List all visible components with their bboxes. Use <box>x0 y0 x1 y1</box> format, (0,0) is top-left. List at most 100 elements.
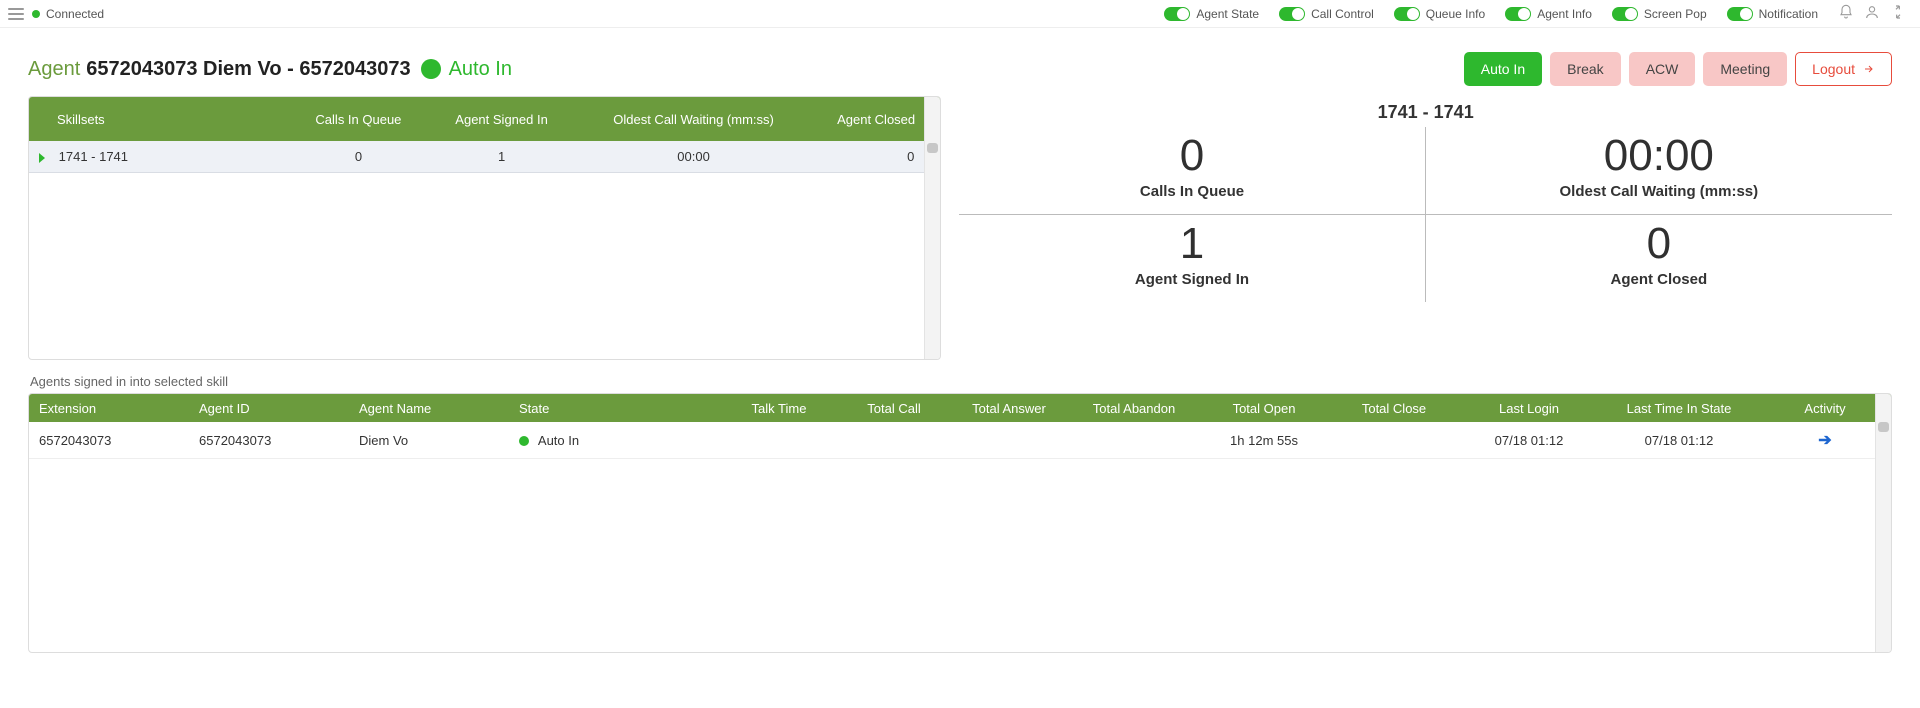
metric-calls-in-queue: 0 Calls In Queue <box>959 127 1425 215</box>
toggle-screen-pop[interactable]: Screen Pop <box>1612 7 1707 21</box>
metric-value: 00:00 <box>1426 133 1892 179</box>
logout-button[interactable]: Logout <box>1795 52 1892 86</box>
skillset-table: Skillsets Calls In Queue Agent Signed In… <box>28 96 941 360</box>
switch-icon[interactable] <box>1279 7 1305 21</box>
switch-icon[interactable] <box>1164 7 1190 21</box>
switch-icon[interactable] <box>1612 7 1638 21</box>
state-dot-icon <box>519 436 529 446</box>
col-talk-time[interactable]: Talk Time <box>719 394 839 422</box>
col-agent-signed-in[interactable]: Agent Signed In <box>428 97 575 141</box>
logout-label: Logout <box>1812 61 1855 77</box>
col-activity[interactable]: Activity <box>1759 394 1891 422</box>
metric-label: Agent Signed In <box>959 271 1424 288</box>
col-total-open[interactable]: Total Open <box>1199 394 1329 422</box>
switch-icon[interactable] <box>1505 7 1531 21</box>
agents-table: Extension Agent ID Agent Name State Talk… <box>28 393 1892 653</box>
auto-in-button[interactable]: Auto In <box>1464 52 1542 86</box>
cell-total-abandon <box>1069 422 1199 459</box>
state-text: Auto In <box>538 433 579 448</box>
metric-label: Agent Closed <box>1426 271 1892 288</box>
skill-oldest-call: 00:00 <box>575 141 812 173</box>
metric-oldest-call: 00:00 Oldest Call Waiting (mm:ss) <box>1426 127 1892 215</box>
toggle-label: Screen Pop <box>1644 7 1707 21</box>
menu-icon[interactable] <box>8 8 24 20</box>
skill-agent-closed: 0 <box>812 141 941 173</box>
toggle-label: Agent State <box>1196 7 1259 21</box>
col-total-answer[interactable]: Total Answer <box>949 394 1069 422</box>
agents-scrollbar[interactable] <box>1875 394 1891 652</box>
col-oldest-call[interactable]: Oldest Call Waiting (mm:ss) <box>575 97 812 141</box>
acw-button[interactable]: ACW <box>1629 52 1696 86</box>
agent-header: Agent 6572043073 Diem Vo - 6572043073 Au… <box>28 38 1892 96</box>
toggle-label: Notification <box>1759 7 1818 21</box>
switch-icon[interactable] <box>1394 7 1420 21</box>
agents-header-row: Extension Agent ID Agent Name State Talk… <box>29 394 1891 422</box>
col-total-call[interactable]: Total Call <box>839 394 949 422</box>
col-calls-in-queue[interactable]: Calls In Queue <box>289 97 428 141</box>
col-agent-id[interactable]: Agent ID <box>189 394 349 422</box>
collapse-icon[interactable] <box>1890 4 1906 23</box>
cell-last-state: 07/18 01:12 <box>1599 422 1759 459</box>
skill-row[interactable]: 1741 - 1741 0 1 00:00 0 <box>29 141 940 173</box>
toggle-call-control[interactable]: Call Control <box>1279 7 1374 21</box>
cell-state: Auto In <box>509 422 719 459</box>
activity-arrow-icon[interactable]: ➔ <box>1818 430 1831 450</box>
toggle-label: Call Control <box>1311 7 1374 21</box>
cell-total-call <box>839 422 949 459</box>
cell-agent-name: Diem Vo <box>349 422 509 459</box>
cell-last-login: 07/18 01:12 <box>1459 422 1599 459</box>
metric-label: Oldest Call Waiting (mm:ss) <box>1426 183 1892 200</box>
agent-name: 6572043073 Diem Vo - 6572043073 <box>86 58 410 81</box>
cell-total-open: 1h 12m 55s <box>1199 422 1329 459</box>
bell-icon[interactable] <box>1838 4 1854 23</box>
metrics-title: 1741 - 1741 <box>959 96 1892 127</box>
agent-label: Agent <box>28 58 80 81</box>
agent-status-dot <box>421 59 441 79</box>
skill-scrollbar[interactable] <box>924 97 940 359</box>
skill-calls-in-queue: 0 <box>289 141 428 173</box>
toggle-notification[interactable]: Notification <box>1727 7 1818 21</box>
meeting-button[interactable]: Meeting <box>1703 52 1787 86</box>
cell-total-answer <box>949 422 1069 459</box>
metric-agent-signed-in: 1 Agent Signed In <box>959 215 1425 302</box>
toggle-queue-info[interactable]: Queue Info <box>1394 7 1485 21</box>
toggle-agent-info[interactable]: Agent Info <box>1505 7 1592 21</box>
col-skillsets[interactable]: Skillsets <box>29 97 289 141</box>
col-last-state[interactable]: Last Time In State <box>1599 394 1759 422</box>
metric-value: 0 <box>1426 221 1892 267</box>
connection-status-dot <box>32 10 40 18</box>
agent-row[interactable]: 6572043073 6572043073 Diem Vo Auto In 1h… <box>29 422 1891 459</box>
toggle-label: Agent Info <box>1537 7 1592 21</box>
metrics-panel: 1741 - 1741 0 Calls In Queue 00:00 Oldes… <box>959 96 1892 360</box>
user-icon[interactable] <box>1864 4 1880 23</box>
col-extension[interactable]: Extension <box>29 394 189 422</box>
col-last-login[interactable]: Last Login <box>1459 394 1599 422</box>
cell-agent-id: 6572043073 <box>189 422 349 459</box>
col-total-close[interactable]: Total Close <box>1329 394 1459 422</box>
cell-total-close <box>1329 422 1459 459</box>
skill-name: 1741 - 1741 <box>59 149 128 164</box>
agent-status-text: Auto In <box>449 58 512 81</box>
skill-header-row: Skillsets Calls In Queue Agent Signed In… <box>29 97 940 141</box>
cell-extension: 6572043073 <box>29 422 189 459</box>
metric-label: Calls In Queue <box>959 183 1424 200</box>
col-total-abandon[interactable]: Total Abandon <box>1069 394 1199 422</box>
main-row: Skillsets Calls In Queue Agent Signed In… <box>28 96 1892 360</box>
col-agent-closed[interactable]: Agent Closed <box>812 97 941 141</box>
break-button[interactable]: Break <box>1550 52 1621 86</box>
cell-activity[interactable]: ➔ <box>1759 422 1891 459</box>
connection-status-text: Connected <box>46 7 104 21</box>
agents-caption: Agents signed in into selected skill <box>30 374 1892 389</box>
skill-agent-signed-in: 1 <box>428 141 575 173</box>
toggle-agent-state[interactable]: Agent State <box>1164 7 1259 21</box>
switch-icon[interactable] <box>1727 7 1753 21</box>
col-state[interactable]: State <box>509 394 719 422</box>
caret-right-icon[interactable] <box>39 153 45 163</box>
cell-talk-time <box>719 422 839 459</box>
toggle-label: Queue Info <box>1426 7 1485 21</box>
metric-value: 1 <box>959 221 1424 267</box>
metric-agent-closed: 0 Agent Closed <box>1426 215 1892 302</box>
metric-value: 0 <box>959 133 1424 179</box>
col-agent-name[interactable]: Agent Name <box>349 394 509 422</box>
topbar: Connected Agent State Call Control Queue… <box>0 0 1920 28</box>
